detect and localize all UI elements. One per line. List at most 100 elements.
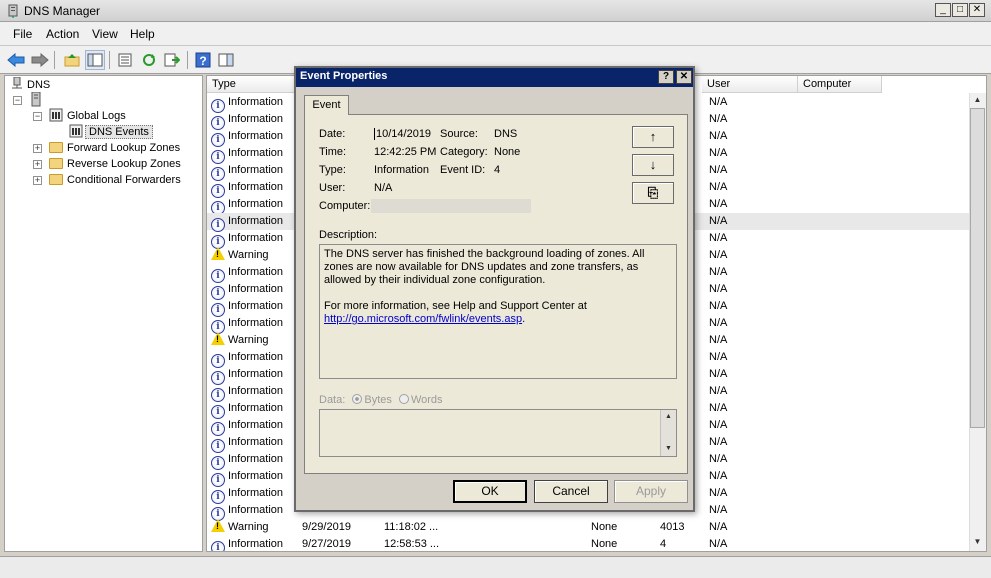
cancel-button[interactable]: Cancel [534, 480, 608, 503]
tree-node-reverse-zones[interactable]: Reverse Lookup Zones [49, 156, 181, 172]
cell-type-text: Information [228, 385, 284, 397]
show-console-tree-icon[interactable] [85, 50, 105, 70]
warning-icon [211, 332, 225, 345]
tree-label-dns: DNS [27, 79, 51, 91]
cell-user: N/A [709, 300, 728, 312]
copy-icon: ⎘ [647, 185, 659, 200]
back-arrow-icon[interactable] [6, 50, 26, 70]
description-more-info: For more information, see Help and Suppo… [324, 300, 587, 312]
description-label: Description: [319, 229, 378, 241]
folder-icon [49, 142, 63, 153]
properties-icon[interactable] [115, 50, 135, 70]
source-label: Source: [440, 128, 478, 140]
column-header-user[interactable]: User [702, 76, 798, 93]
forward-arrow-icon[interactable] [30, 50, 50, 70]
cell-type-text: Information [228, 351, 284, 363]
cell-user: N/A [709, 402, 728, 414]
refresh-icon[interactable] [139, 50, 159, 70]
scroll-up-arrow-icon[interactable]: ▲ [970, 93, 985, 107]
event-properties-dialog: Event Properties ? ✕ Event Date: 10/14/2… [294, 66, 695, 512]
data-label: Data: [319, 394, 346, 406]
cell-type-text: Information [228, 232, 284, 244]
category-value: None [494, 146, 521, 158]
cell-type-text: Warning [228, 249, 269, 261]
cell-event: 4 [660, 538, 667, 550]
previous-event-button[interactable]: ↑ [632, 126, 674, 148]
menu-view[interactable]: View [88, 27, 122, 41]
maximize-button[interactable]: □ [952, 3, 968, 17]
cell-user: N/A [709, 283, 728, 295]
expand-forward-zones-toggle[interactable]: + [33, 144, 42, 153]
column-header-type[interactable]: Type [207, 76, 295, 93]
window-close-button[interactable]: ✕ [969, 3, 985, 17]
tree-node-global-logs[interactable]: Global Logs [49, 108, 126, 124]
dialog-close-button[interactable]: ✕ [676, 70, 692, 84]
cell-user: N/A [709, 334, 728, 346]
tree-node-dns[interactable]: DNS [11, 76, 51, 93]
collapse-global-logs-toggle[interactable]: − [33, 112, 42, 121]
ok-button[interactable]: OK [453, 480, 527, 503]
menu-action[interactable]: Action [42, 27, 83, 41]
export-list-icon[interactable] [162, 50, 182, 70]
tab-event[interactable]: Event [304, 95, 349, 115]
expand-reverse-zones-toggle[interactable]: + [33, 160, 42, 169]
dialog-help-button[interactable]: ? [658, 70, 674, 84]
menu-help[interactable]: Help [126, 27, 159, 41]
expand-conditional-forwarders-toggle[interactable]: + [33, 176, 42, 185]
user-label: User: [319, 182, 346, 194]
data-scroll-up-icon[interactable]: ▲ [661, 410, 676, 424]
baidu-watermark-url: jingyan.baidu.com [762, 530, 877, 545]
cell-type-text: Information [228, 453, 284, 465]
help-icon[interactable]: ? [193, 50, 213, 70]
cell-type-text: Warning [228, 334, 269, 346]
cell-type: Warning [211, 332, 269, 349]
window-titlebar: DNS Manager _ □ ✕ [0, 0, 991, 22]
cell-user: N/A [709, 232, 728, 244]
column-header-computer[interactable]: Computer [798, 76, 882, 93]
apply-button[interactable]: Apply [614, 480, 688, 503]
cell-type-text: Information [228, 368, 284, 380]
event-log-icon [69, 124, 83, 138]
next-event-button[interactable]: ↓ [632, 154, 674, 176]
dialog-titlebar: Event Properties ? ✕ [296, 68, 693, 87]
collapse-server-toggle[interactable]: − [13, 96, 22, 105]
show-action-pane-icon[interactable] [216, 50, 236, 70]
description-text: The DNS server has finished the backgrou… [324, 248, 645, 286]
tree-label-dns-events: DNS Events [85, 125, 153, 139]
description-text-box[interactable]: The DNS server has finished the backgrou… [319, 244, 677, 379]
tree-node-dns-events[interactable]: DNS Events [69, 124, 153, 140]
source-value: DNS [494, 128, 518, 140]
up-folder-icon[interactable] [62, 50, 82, 70]
words-radio[interactable] [398, 394, 409, 404]
cell-type-text: Information [228, 147, 284, 159]
status-bar [0, 556, 991, 578]
cell-type: Warning [211, 519, 269, 536]
cell-type-text: Information [228, 113, 284, 125]
cell-user: N/A [709, 130, 728, 142]
copy-event-button[interactable]: ⎘ [632, 182, 674, 204]
menu-file[interactable]: File [9, 27, 36, 41]
cell-user: N/A [709, 164, 728, 176]
bytes-radio[interactable] [352, 394, 363, 404]
warning-icon [211, 519, 225, 532]
toolbar-separator [187, 51, 188, 69]
data-text-box[interactable]: ▲ ▼ [319, 409, 677, 457]
data-scroll-down-icon[interactable]: ▼ [661, 442, 676, 456]
event-tab-panel: Date: 10/14/2019 Source: DNS Time: 12:42… [304, 114, 688, 474]
svg-text:?: ? [199, 54, 206, 68]
tree-node-conditional-forwarders[interactable]: Conditional Forwarders [49, 172, 181, 188]
cell-type-text: Information [228, 300, 284, 312]
cell-type-text: Information [228, 215, 284, 227]
list-scrollbar-thumb[interactable] [970, 108, 985, 428]
cell-type: i Information [211, 536, 283, 551]
scroll-down-arrow-icon[interactable]: ▼ [970, 535, 985, 549]
data-scrollbar[interactable]: ▲ ▼ [660, 410, 676, 456]
cell-type-text: Information [228, 470, 284, 482]
tree-node-server[interactable] [31, 91, 45, 108]
time-label: Time: [319, 146, 347, 158]
cell-type-text: Information [228, 317, 284, 329]
help-support-link[interactable]: http://go.microsoft.com/fwlink/events.as… [324, 313, 522, 325]
computer-value [371, 199, 531, 213]
tree-node-forward-zones[interactable]: Forward Lookup Zones [49, 140, 180, 156]
minimize-button[interactable]: _ [935, 3, 951, 17]
